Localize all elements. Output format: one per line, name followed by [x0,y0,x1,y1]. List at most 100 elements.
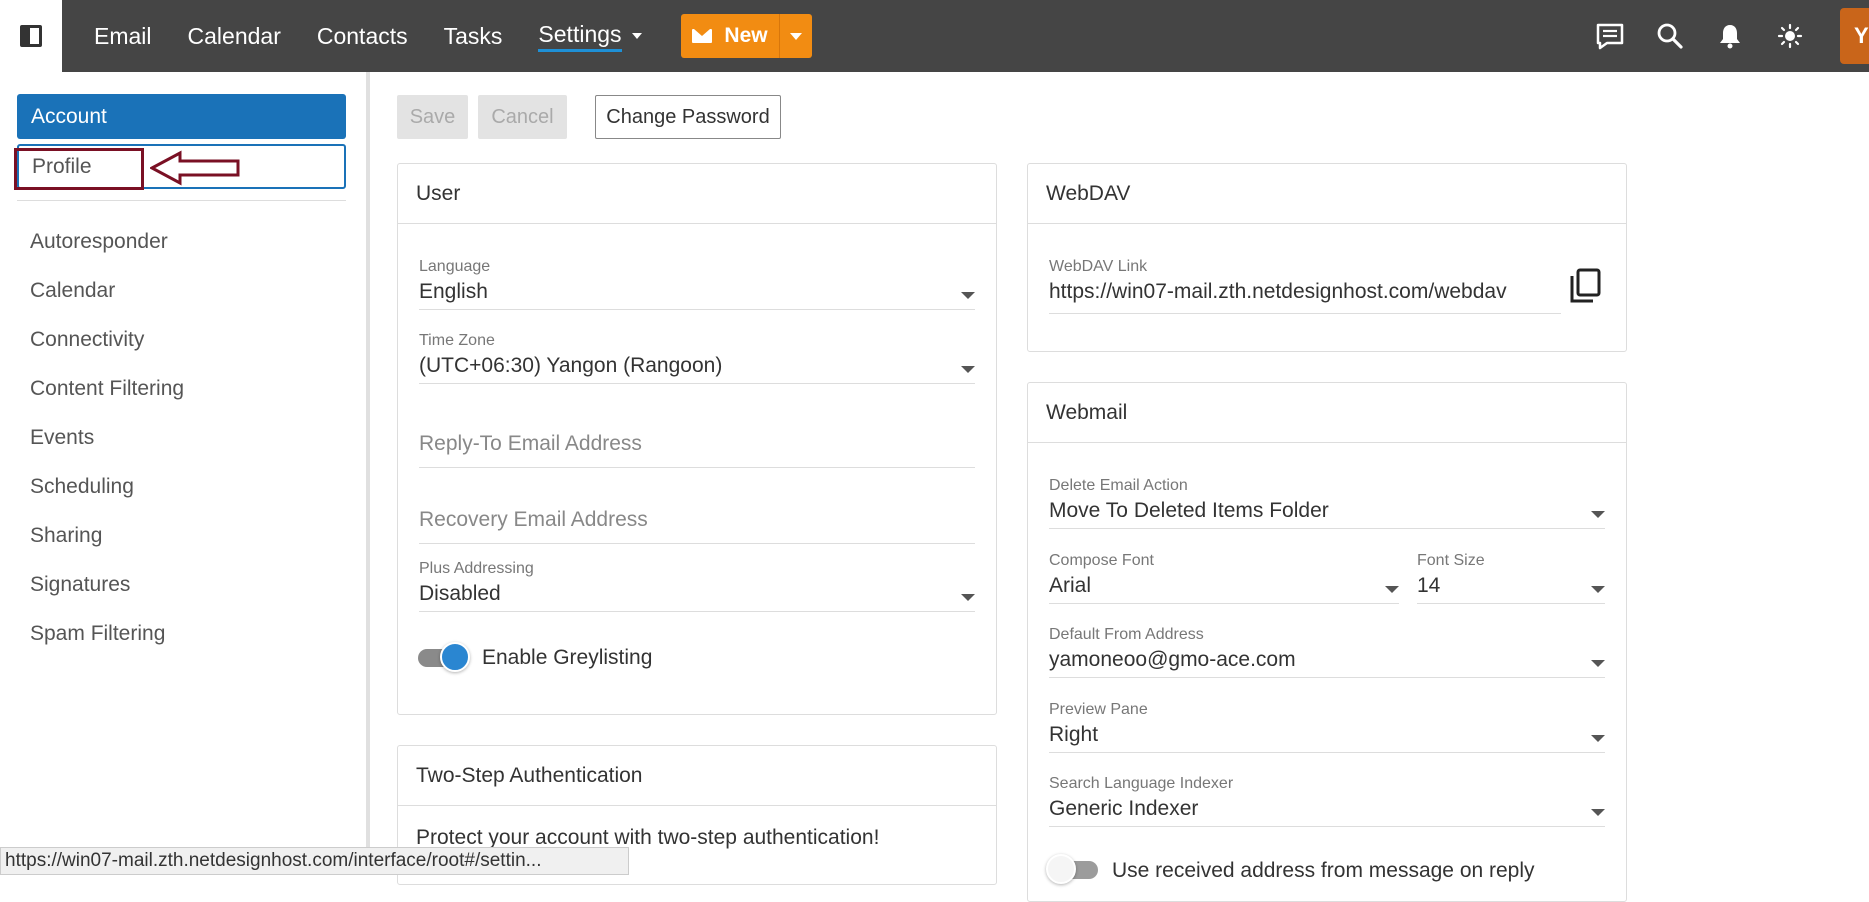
reply-to-input[interactable]: Reply-To Email Address [419,432,975,468]
sidebar-item-autoresponder[interactable]: Autoresponder [30,217,184,266]
save-button[interactable]: Save [397,95,468,139]
dropdown-arrow-icon [1385,586,1399,593]
new-button-group: New [681,14,812,58]
user-card-title: User [398,164,996,224]
plus-addressing-label: Plus Addressing [419,560,534,577]
sidebar-item-spam-filtering[interactable]: Spam Filtering [30,609,184,658]
chat-button[interactable] [1580,0,1640,72]
main-nav: Email Calendar Contacts Tasks Settings [94,0,678,72]
preview-pane-value: Right [1049,723,1099,746]
nav-tasks[interactable]: Tasks [444,23,503,50]
preview-pane-field[interactable]: Preview Pane Right [1049,701,1605,753]
delete-action-select[interactable]: Move To Deleted Items Folder [1049,499,1605,529]
dropdown-arrow-icon [961,366,975,373]
compose-font-select[interactable]: Arial [1049,574,1399,604]
greylisting-label: Enable Greylisting [482,646,653,669]
sidebar-item-account[interactable]: Account [17,94,346,139]
search-indexer-value: Generic Indexer [1049,797,1199,820]
sidebar-item-connectivity[interactable]: Connectivity [30,315,184,364]
default-from-label: Default From Address [1049,626,1204,643]
cancel-button[interactable]: Cancel [478,95,567,139]
language-field[interactable]: Language English [419,258,975,310]
language-label: Language [419,258,491,275]
compose-font-field[interactable]: Compose Font Arial [1049,552,1399,604]
webdav-card: WebDAV WebDAV Link https://win07-mail.zt… [1027,163,1627,352]
font-size-field[interactable]: Font Size 14 [1417,552,1605,604]
toggle-knob [440,642,470,672]
nav-tasks-label: Tasks [443,22,503,49]
settings-toolbar: Save Cancel Change Password [397,95,791,139]
envelope-icon [692,29,713,43]
default-from-field[interactable]: Default From Address yamoneoo@gmo-ace.co… [1049,626,1605,678]
theme-toggle-button[interactable] [1760,0,1820,72]
search-icon [1657,23,1683,49]
search-button[interactable] [1640,0,1700,72]
webdav-link-value: https://win07-mail.zth.netdesignhost.com… [1049,280,1561,314]
recovery-email-field[interactable]: Recovery Email Address [419,508,975,544]
new-button[interactable]: New [681,14,779,58]
font-size-select[interactable]: 14 [1417,574,1605,604]
settings-sidebar: Account Profile Autoresponder Calendar C… [0,72,370,875]
user-avatar[interactable]: Y [1840,8,1869,64]
nav-contacts[interactable]: Contacts [317,23,408,50]
notifications-button[interactable] [1700,0,1760,72]
reply-address-toggle[interactable] [1046,854,1100,884]
sidebar-toggle-button[interactable] [0,0,62,72]
default-from-select[interactable]: yamoneoo@gmo-ace.com [1049,648,1605,678]
timezone-select[interactable]: (UTC+06:30) Yangon (Rangoon) [419,354,975,384]
timezone-field[interactable]: Time Zone (UTC+06:30) Yangon (Rangoon) [419,332,975,384]
change-password-button[interactable]: Change Password [595,95,781,139]
language-select[interactable]: English [419,280,975,310]
annotation-arrow-icon [150,150,240,186]
nav-calendar-label: Calendar [187,22,281,49]
timezone-label: Time Zone [419,332,495,349]
reply-address-label: Use received address from message on rep… [1112,859,1535,882]
sidebar-item-scheduling[interactable]: Scheduling [30,462,184,511]
user-card: User Language English Time Zone (UTC+06:… [397,163,997,715]
webdav-link-label: WebDAV Link [1049,258,1148,275]
dropdown-arrow-icon [961,292,975,299]
webdav-card-title: WebDAV [1028,164,1626,224]
top-navigation-bar: Email Calendar Contacts Tasks Settings N… [0,0,1869,72]
search-indexer-field[interactable]: Search Language Indexer Generic Indexer [1049,775,1605,827]
dropdown-arrow-icon [1591,511,1605,518]
compose-font-label: Compose Font [1049,552,1154,569]
dropdown-arrow-icon [961,594,975,601]
nav-email[interactable]: Email [94,23,152,50]
plus-addressing-select[interactable]: Disabled [419,582,975,612]
greylisting-toggle[interactable] [418,642,470,672]
timezone-value: (UTC+06:30) Yangon (Rangoon) [419,354,723,377]
webmail-card-title: Webmail [1028,383,1626,443]
sidebar-item-content-filtering[interactable]: Content Filtering [30,364,184,413]
bell-icon [1720,25,1740,49]
recovery-email-input[interactable]: Recovery Email Address [419,508,975,544]
sidebar-item-calendar[interactable]: Calendar [30,266,184,315]
preview-pane-label: Preview Pane [1049,701,1148,718]
nav-settings[interactable]: Settings [538,21,642,52]
sidebar-item-sharing[interactable]: Sharing [30,511,184,560]
copy-icon[interactable] [1569,268,1601,304]
plus-addressing-field[interactable]: Plus Addressing Disabled [419,560,975,612]
new-dropdown-button[interactable] [779,14,812,58]
top-icons [1580,0,1820,72]
delete-action-value: Move To Deleted Items Folder [1049,499,1329,522]
chat-icon [1596,23,1624,50]
sun-icon [1777,23,1803,49]
caret-down-icon [790,32,802,40]
dropdown-arrow-icon [1591,586,1605,593]
preview-pane-select[interactable]: Right [1049,723,1605,753]
new-button-label: New [724,24,768,47]
two-step-card-title: Two-Step Authentication [398,746,996,806]
search-indexer-label: Search Language Indexer [1049,775,1234,792]
reply-to-field[interactable]: Reply-To Email Address [419,432,975,468]
chevron-down-icon [631,33,642,39]
sidebar-item-signatures[interactable]: Signatures [30,560,184,609]
nav-calendar[interactable]: Calendar [188,23,281,50]
delete-action-label: Delete Email Action [1049,477,1188,494]
toggle-knob [1046,854,1076,884]
font-size-label: Font Size [1417,552,1485,569]
sidebar-item-events[interactable]: Events [30,413,184,462]
search-indexer-select[interactable]: Generic Indexer [1049,797,1605,827]
default-from-value: yamoneoo@gmo-ace.com [1049,648,1296,671]
delete-action-field[interactable]: Delete Email Action Move To Deleted Item… [1049,477,1605,529]
